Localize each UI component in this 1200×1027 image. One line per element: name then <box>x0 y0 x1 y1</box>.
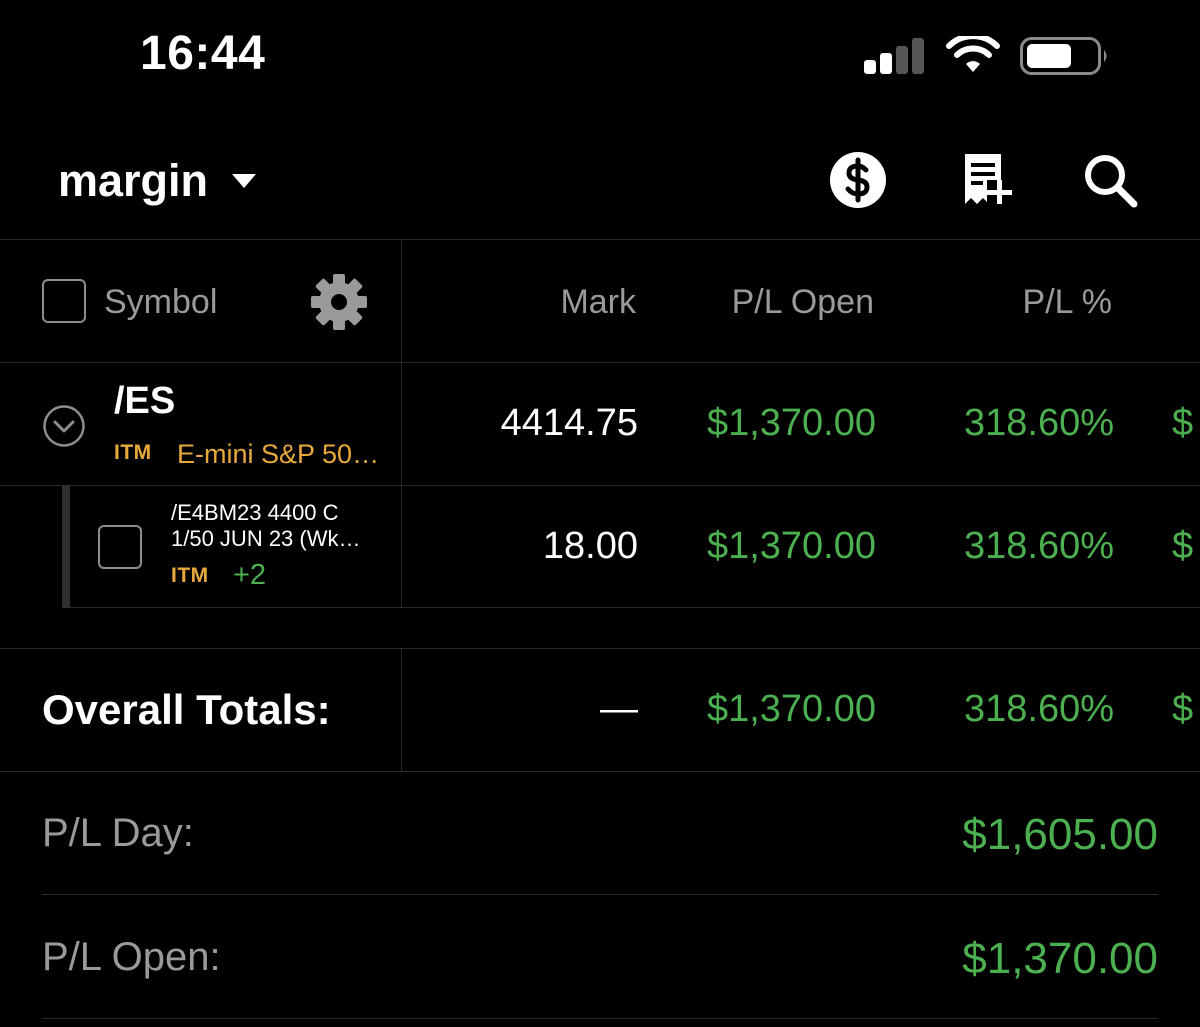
totals-overflow-value: $ <box>1172 688 1194 730</box>
leg-symbol-line1[interactable]: /E4BM23 4400 C <box>171 500 339 526</box>
leg-indent-bar <box>62 486 70 608</box>
dollar-button[interactable] <box>826 148 890 212</box>
column-divider <box>401 240 402 608</box>
leg-pl-open: $1,370.00 <box>706 525 876 567</box>
divider <box>62 607 1200 608</box>
battery-icon <box>1020 37 1107 75</box>
position-pl-percent: 318.60% <box>963 402 1114 444</box>
totals-label: Overall Totals: <box>42 686 331 733</box>
add-order-button[interactable] <box>955 148 1019 212</box>
select-all-checkbox[interactable] <box>42 279 86 323</box>
column-header-symbol[interactable]: Symbol <box>104 283 217 322</box>
pl-open-label: P/L Open: <box>42 935 221 979</box>
totals-mark: — <box>600 688 638 730</box>
position-overflow-value: $ <box>1172 402 1194 444</box>
leg-extra-count: +2 <box>233 559 267 591</box>
search-icon <box>1085 155 1138 208</box>
cellular-signal-icon <box>864 38 926 74</box>
leg-checkbox[interactable] <box>98 525 142 569</box>
position-description: E-mini S&P 50… <box>177 439 380 469</box>
leg-pl-percent: 318.60% <box>963 525 1114 567</box>
column-header-pl-percent[interactable]: P/L % <box>900 283 1112 322</box>
column-header-mark[interactable]: Mark <box>434 283 636 322</box>
position-mark: 4414.75 <box>500 402 638 444</box>
dollar-icon <box>830 152 886 208</box>
totals-pl-percent: 318.60% <box>963 688 1114 730</box>
pl-open-value: $1,370.00 <box>962 934 1158 983</box>
status-time: 16:44 <box>140 27 266 80</box>
collapse-toggle[interactable] <box>42 404 86 448</box>
leg-overflow-value: $ <box>1172 525 1194 567</box>
column-header-pl-open[interactable]: P/L Open <box>650 283 874 322</box>
divider <box>42 894 1158 895</box>
divider <box>0 485 1200 486</box>
totals-pl-open: $1,370.00 <box>706 688 876 730</box>
divider <box>0 771 1200 772</box>
divider <box>0 362 1200 363</box>
itm-badge: ITM <box>114 441 152 464</box>
column-divider <box>401 649 402 771</box>
wifi-icon <box>946 36 1000 72</box>
app-screen: 16:44 margin Symbol Mark P/L Open P/L % … <box>0 0 1200 1027</box>
leg-symbol-line2[interactable]: 1/50 JUN 23 (Wk… <box>171 526 361 552</box>
search-button[interactable] <box>1078 148 1142 212</box>
divider <box>42 1018 1158 1019</box>
divider <box>0 648 1200 649</box>
pl-day-label: P/L Day: <box>42 811 194 855</box>
caret-down-icon <box>232 174 257 188</box>
divider <box>0 239 1200 240</box>
account-selector[interactable]: margin <box>58 155 257 207</box>
leg-mark: 18.00 <box>542 525 638 567</box>
gear-icon[interactable] <box>309 272 369 332</box>
receipt-add-icon <box>965 154 1012 204</box>
chevron-down-circle-icon <box>43 405 85 447</box>
leg-itm-badge: ITM <box>171 564 209 587</box>
position-symbol[interactable]: /ES <box>114 380 175 423</box>
pl-day-value: $1,605.00 <box>962 810 1158 859</box>
position-pl-open: $1,370.00 <box>706 402 876 444</box>
account-name: margin <box>58 155 209 206</box>
